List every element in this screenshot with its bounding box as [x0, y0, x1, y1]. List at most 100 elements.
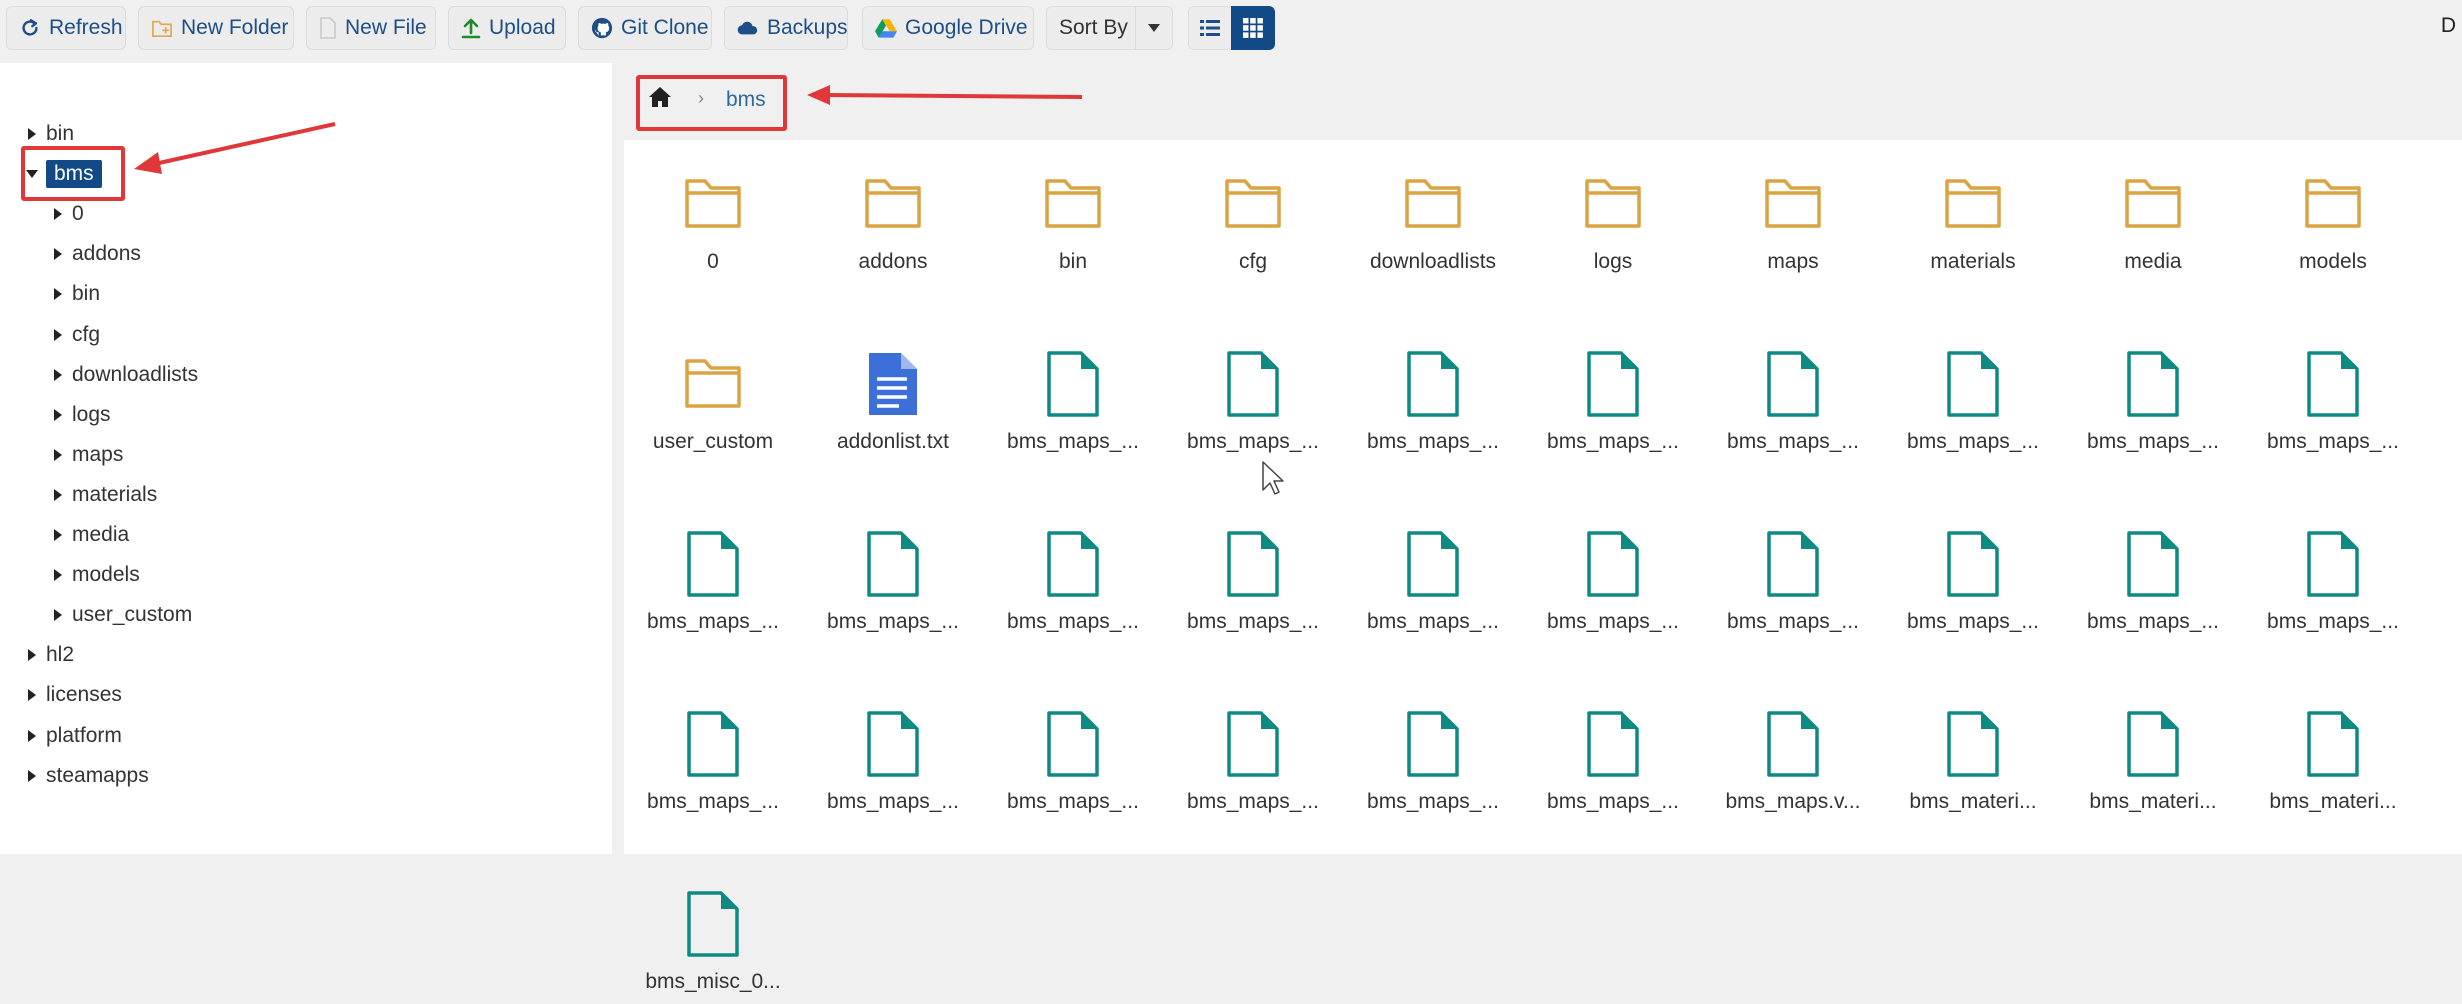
file-item[interactable]: bms_misc_0...: [628, 864, 798, 1004]
file-item[interactable]: bms_maps.v...: [1708, 684, 1878, 824]
folder-icon: [2121, 170, 2185, 238]
text-file-icon: [861, 350, 925, 418]
sort-by-dropdown[interactable]: [1135, 6, 1173, 50]
file-item[interactable]: bms_maps_...: [1888, 504, 2058, 644]
file-item[interactable]: bms_maps_...: [1348, 684, 1518, 824]
file-item[interactable]: bms_maps_...: [1528, 504, 1698, 644]
file-item[interactable]: bms_maps_...: [2248, 504, 2418, 644]
list-view-button[interactable]: [1188, 6, 1232, 50]
backups-button[interactable]: Backups: [724, 6, 848, 50]
refresh-icon: [22, 19, 38, 36]
file-item[interactable]: bms_maps_...: [1528, 324, 1698, 464]
file-item[interactable]: bms_maps_...: [628, 504, 798, 644]
annotation-box-breadcrumb: [636, 75, 787, 131]
caret-right-icon[interactable]: [52, 196, 72, 232]
file-item[interactable]: bms_maps_...: [628, 684, 798, 824]
file-item[interactable]: bms_maps_...: [2068, 504, 2238, 644]
folder-item[interactable]: logs: [1528, 144, 1698, 284]
file-item[interactable]: bms_maps_...: [1528, 684, 1698, 824]
toolbar-cutoff-text: D: [2440, 14, 2456, 37]
caret-right-icon[interactable]: [26, 718, 46, 754]
file-icon: [1401, 710, 1465, 778]
file-item[interactable]: bms_maps_...: [1348, 324, 1518, 464]
caret-right-icon[interactable]: [52, 397, 72, 433]
file-item[interactable]: bms_maps_...: [1168, 504, 1338, 644]
refresh-button[interactable]: Refresh: [6, 6, 126, 50]
caret-right-icon[interactable]: [52, 276, 72, 312]
folder-item[interactable]: models: [2248, 144, 2418, 284]
file-item[interactable]: bms_maps_...: [2068, 324, 2238, 464]
file-item[interactable]: bms_maps_...: [1708, 504, 1878, 644]
folder-item[interactable]: media: [2068, 144, 2238, 284]
file-item[interactable]: bms_maps_...: [1168, 684, 1338, 824]
caret-right-icon[interactable]: [26, 758, 46, 794]
sort-by-label: Sort By: [1059, 16, 1128, 39]
tree-item-label: cfg: [72, 322, 101, 346]
caret-right-icon[interactable]: [52, 517, 72, 553]
upload-button[interactable]: Upload: [448, 6, 566, 50]
git-clone-label: Git Clone: [621, 16, 709, 39]
caret-right-icon[interactable]: [52, 557, 72, 593]
tree-item[interactable]: media: [52, 517, 129, 553]
tree-item[interactable]: logs: [52, 397, 111, 433]
new-folder-button[interactable]: New Folder: [138, 6, 294, 50]
sort-by-button[interactable]: Sort By: [1046, 6, 1136, 50]
file-name: 0: [707, 250, 719, 273]
file-item[interactable]: bms_maps_...: [808, 504, 978, 644]
file-item[interactable]: bms_maps_...: [1168, 324, 1338, 464]
caret-right-icon[interactable]: [52, 317, 72, 353]
file-item[interactable]: bms_materi...: [2068, 684, 2238, 824]
new-folder-icon: [152, 20, 172, 37]
folder-item[interactable]: addons: [808, 144, 978, 284]
folder-item[interactable]: maps: [1708, 144, 1878, 284]
tree-item[interactable]: steamapps: [26, 758, 149, 794]
file-item[interactable]: bms_maps_...: [988, 684, 1158, 824]
caret-right-icon[interactable]: [52, 597, 72, 633]
tree-item-label: bin: [72, 282, 101, 306]
tree-item[interactable]: user_custom: [52, 597, 192, 633]
folder-icon: [1581, 170, 1645, 238]
caret-right-icon[interactable]: [26, 677, 46, 713]
file-item[interactable]: bms_maps_...: [1888, 324, 2058, 464]
tree-item[interactable]: 0: [52, 196, 84, 232]
file-name: user_custom: [652, 430, 774, 453]
file-item[interactable]: bms_maps_...: [808, 684, 978, 824]
file-item[interactable]: bms_materi...: [2248, 684, 2418, 824]
new-file-button[interactable]: New File: [306, 6, 436, 50]
folder-item[interactable]: cfg: [1168, 144, 1338, 284]
tree-item[interactable]: materials: [52, 477, 157, 513]
caret-right-icon[interactable]: [52, 477, 72, 513]
tree-item[interactable]: maps: [52, 437, 123, 473]
tree-item[interactable]: downloadlists: [52, 357, 198, 393]
file-item[interactable]: addonlist.txt: [808, 324, 978, 464]
tree-item[interactable]: bin: [52, 276, 100, 312]
tree-item[interactable]: platform: [26, 718, 122, 754]
caret-right-icon[interactable]: [26, 637, 46, 673]
folder-item[interactable]: materials: [1888, 144, 2058, 284]
file-item[interactable]: bms_maps_...: [1348, 504, 1518, 644]
folder-item[interactable]: 0: [628, 144, 798, 284]
file-name: bms_maps_...: [827, 790, 959, 813]
tree-item[interactable]: addons: [52, 236, 141, 272]
folder-icon: [1041, 170, 1105, 238]
grid-view-button[interactable]: [1231, 6, 1275, 50]
caret-right-icon[interactable]: [52, 236, 72, 272]
file-item[interactable]: bms_maps_...: [1708, 324, 1878, 464]
file-item[interactable]: bms_maps_...: [988, 504, 1158, 644]
caret-right-icon[interactable]: [52, 437, 72, 473]
file-item[interactable]: bms_materi...: [1888, 684, 2058, 824]
git-clone-button[interactable]: Git Clone: [578, 6, 712, 50]
google-drive-button[interactable]: Google Drive: [862, 6, 1034, 50]
tree-item[interactable]: licenses: [26, 677, 122, 713]
file-icon: [2301, 530, 2365, 598]
file-item[interactable]: bms_maps_...: [988, 324, 1158, 464]
tree-item[interactable]: hl2: [26, 637, 74, 673]
folder-item[interactable]: bin: [988, 144, 1158, 284]
file-item[interactable]: bms_maps_...: [2248, 324, 2418, 464]
folder-item[interactable]: user_custom: [628, 324, 798, 464]
caret-right-icon[interactable]: [52, 357, 72, 393]
file-icon: [1221, 530, 1285, 598]
tree-item[interactable]: models: [52, 557, 140, 593]
folder-item[interactable]: downloadlists: [1348, 144, 1518, 284]
tree-item[interactable]: cfg: [52, 317, 100, 353]
